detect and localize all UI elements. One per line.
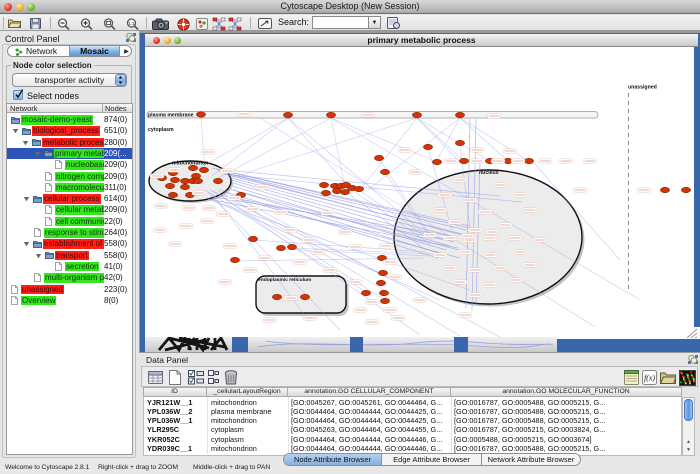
svg-text:nucleus: nucleus (479, 170, 499, 176)
svg-text:plasma membrane: plasma membrane (148, 113, 194, 119)
svg-text:endoplasmic reticulum: endoplasmic reticulum (258, 277, 312, 283)
svg-text:1:1: 1:1 (128, 21, 135, 26)
svg-text:mitochondrion: mitochondrion (172, 161, 208, 167)
svg-text:cytoplasm: cytoplasm (148, 127, 174, 133)
svg-text:f(x): f(x) (644, 374, 655, 383)
svg-text:unassigned: unassigned (628, 85, 657, 91)
